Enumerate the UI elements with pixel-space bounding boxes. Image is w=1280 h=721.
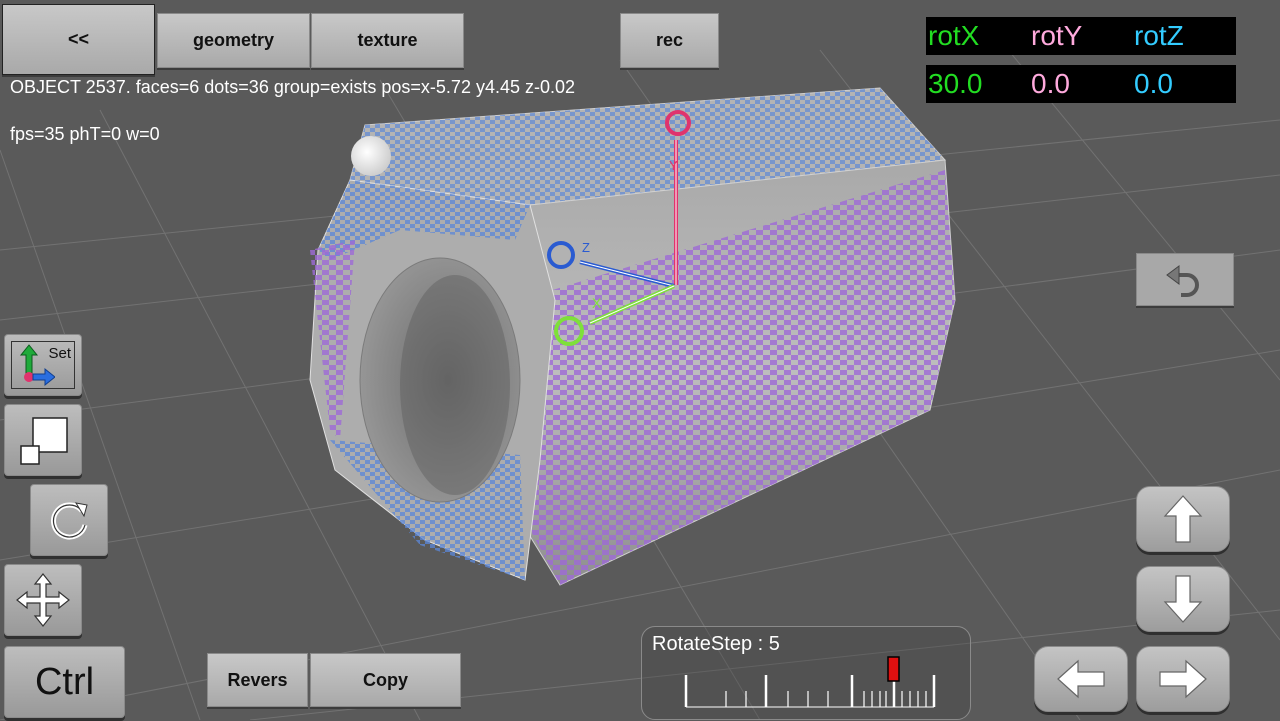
slider-thumb[interactable]	[887, 656, 900, 682]
arrow-left-icon	[1057, 659, 1105, 699]
fps-info: fps=35 phT=0 w=0	[10, 124, 160, 144]
gizmo-y-label: Y	[669, 158, 678, 173]
scale-tool-button[interactable]	[4, 404, 82, 476]
undo-button[interactable]	[1136, 253, 1234, 306]
texture-tab[interactable]: texture	[311, 13, 464, 68]
move-left-button[interactable]	[1034, 646, 1128, 712]
rotate-tool-button[interactable]	[30, 484, 108, 556]
rotz-value[interactable]: 0.0	[1132, 65, 1236, 103]
rotz-label: rotZ	[1134, 20, 1184, 51]
gizmo-x-label: X	[592, 295, 602, 311]
rotx-label: rotX	[928, 20, 980, 51]
move-right-button[interactable]	[1136, 646, 1230, 712]
geometry-tab[interactable]: geometry	[157, 13, 310, 68]
roty-value[interactable]: 0.0	[1029, 65, 1132, 103]
back-button[interactable]: <<	[2, 4, 155, 75]
arrow-right-icon	[1159, 659, 1207, 699]
roty-label: rotY	[1031, 20, 1083, 51]
set-label: Set	[48, 345, 71, 362]
rotate-step-ticks	[684, 656, 936, 708]
object-info: OBJECT 2537. faces=6 dots=36 group=exist…	[10, 77, 576, 97]
gizmo-z-label: Z	[582, 240, 590, 255]
rotation-panel: rotX rotY rotZ 30.0 0.0 0.0	[926, 17, 1236, 103]
rotate-icon	[51, 502, 88, 540]
arrow-down-icon	[1163, 575, 1203, 623]
set-pivot-button[interactable]: Set	[4, 334, 82, 396]
ctrl-button[interactable]: Ctrl	[4, 646, 125, 718]
move-up-button[interactable]	[1136, 486, 1230, 552]
rec-button[interactable]: rec	[620, 13, 719, 68]
move-tool-button[interactable]	[4, 564, 82, 636]
arrow-up-icon	[1163, 495, 1203, 543]
light-source	[351, 136, 391, 176]
rotate-step-slider[interactable]: RotateStep : 5	[641, 626, 971, 720]
revers-button[interactable]: Revers	[207, 653, 308, 707]
move-icon	[16, 573, 70, 627]
undo-icon	[1166, 264, 1199, 297]
scale-icon	[20, 417, 68, 465]
3d-viewport[interactable]: Y Z X	[0, 0, 1280, 720]
rotx-value[interactable]: 30.0	[926, 65, 1029, 103]
move-down-button[interactable]	[1136, 566, 1230, 632]
copy-button[interactable]: Copy	[310, 653, 461, 707]
